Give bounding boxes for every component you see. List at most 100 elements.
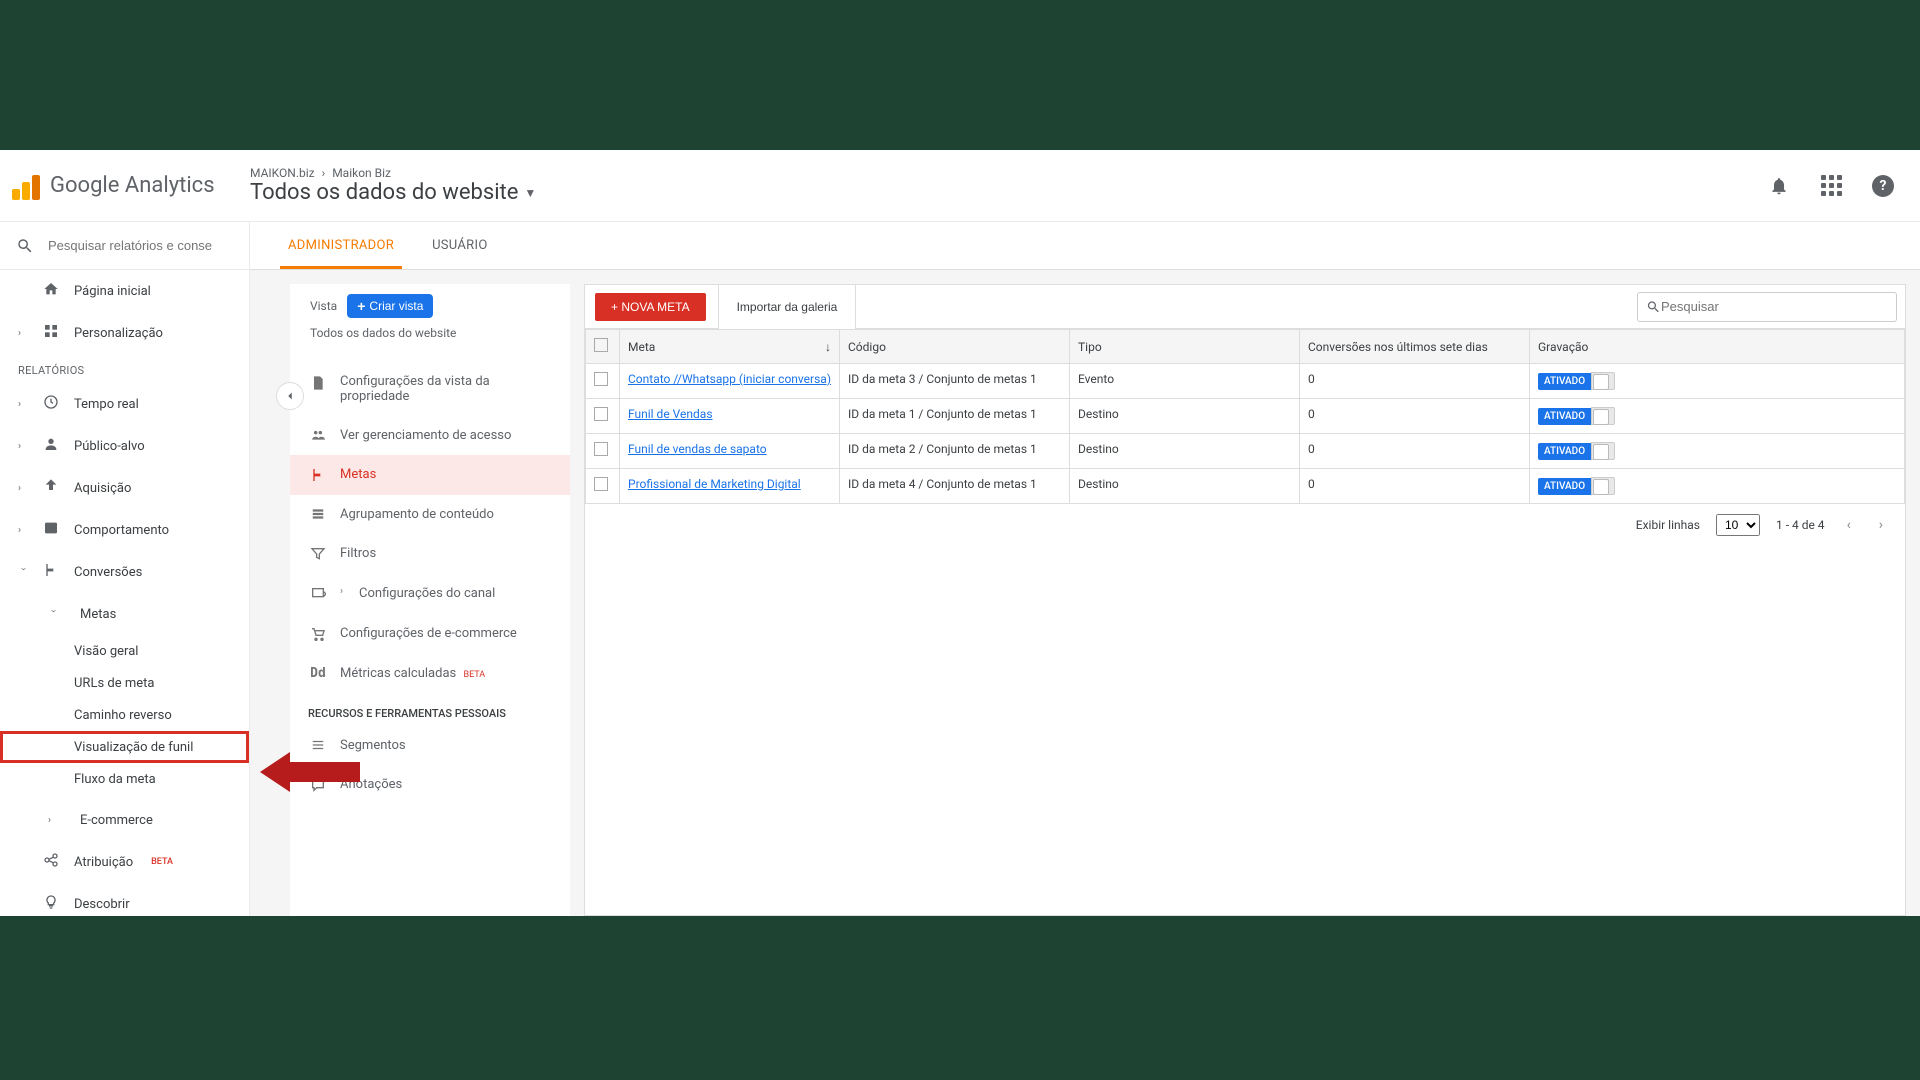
pager-next[interactable]: ›: [1873, 517, 1889, 533]
nav-goals-overview[interactable]: Visão geral: [0, 635, 249, 667]
goal-type: Evento: [1070, 364, 1300, 399]
rows-per-page-select[interactable]: 10: [1716, 514, 1760, 536]
row-checkbox[interactable]: [594, 372, 608, 386]
clock-icon: [42, 394, 60, 414]
breadcrumb-account[interactable]: MAIKON.biz: [250, 166, 315, 180]
cart-icon: [308, 626, 328, 642]
admin-channel-settings[interactable]: › Configurações do canal: [290, 574, 570, 614]
create-view-button[interactable]: + Criar vista: [347, 294, 433, 318]
goal-type: Destino: [1070, 434, 1300, 469]
goal-conv: 0: [1300, 469, 1530, 504]
row-checkbox[interactable]: [594, 477, 608, 491]
import-gallery-button[interactable]: Importar da galeria: [718, 285, 857, 329]
admin-view-settings[interactable]: Configurações da vista da propriedade: [290, 362, 570, 416]
admin-content-grouping[interactable]: Agrupamento de conteúdo: [290, 495, 570, 534]
goal-type: Destino: [1070, 399, 1300, 434]
nav-goals-flow[interactable]: Fluxo da meta: [0, 763, 249, 795]
view-title[interactable]: Todos os dados do website ▼: [250, 180, 1768, 205]
product-name: Google Analytics: [50, 173, 215, 198]
admin-goals[interactable]: Metas: [290, 455, 570, 495]
admin-filters[interactable]: Filtros: [290, 534, 570, 574]
goal-toggle[interactable]: ATIVADO: [1538, 407, 1615, 425]
pager-prev[interactable]: ‹: [1841, 517, 1857, 533]
people-icon: [308, 428, 328, 442]
tab-admin[interactable]: ADMINISTRADOR: [288, 222, 394, 269]
goal-link[interactable]: Contato //Whatsapp (iniciar conversa): [628, 372, 831, 386]
left-sidebar: Página inicial › Personalização RELATÓRI…: [0, 222, 250, 916]
row-checkbox[interactable]: [594, 407, 608, 421]
dd-icon: Dd: [310, 666, 326, 681]
apps-icon[interactable]: [1820, 175, 1842, 197]
admin-access-mgmt[interactable]: Ver gerenciamento de acesso: [290, 416, 570, 455]
segments-icon: [308, 738, 328, 752]
flag-icon: [42, 562, 60, 582]
goal-conv: 0: [1300, 364, 1530, 399]
goal-conv: 0: [1300, 399, 1530, 434]
nav-behavior[interactable]: › Comportamento: [0, 509, 249, 551]
goal-type: Destino: [1070, 469, 1300, 504]
breadcrumb-property[interactable]: Maikon Biz: [332, 166, 391, 180]
goal-link[interactable]: Profissional de Marketing Digital: [628, 477, 801, 491]
header: Google Analytics MAIKON.biz › Maikon Biz…: [0, 150, 1920, 222]
goals-search[interactable]: [1637, 292, 1897, 322]
collapse-button[interactable]: [276, 382, 304, 410]
goal-toggle[interactable]: ATIVADO: [1538, 477, 1615, 495]
admin-section-personal: RECURSOS E FERRAMENTAS PESSOAIS: [290, 693, 570, 726]
customization-icon: [42, 323, 60, 343]
notifications-icon[interactable]: [1768, 175, 1790, 197]
nav-goals-funnel[interactable]: Visualização de funil: [0, 731, 249, 763]
nav-audience[interactable]: › Público-alvo: [0, 425, 249, 467]
goals-search-input[interactable]: [1661, 299, 1888, 314]
admin-annotations[interactable]: Anotações: [290, 765, 570, 805]
comment-icon: [308, 777, 328, 793]
goal-code: ID da meta 3 / Conjunto de metas 1: [840, 364, 1070, 399]
table-row: Funil de vendas de sapato ID da meta 2 / …: [586, 434, 1905, 469]
caret-down-icon: ▼: [524, 186, 536, 200]
table-row: Funil de VendasID da meta 1 / Conjunto d…: [586, 399, 1905, 434]
nav-discover[interactable]: Descobrir: [0, 883, 249, 916]
goal-link[interactable]: Funil de vendas de sapato: [628, 442, 767, 456]
goals-panel: + NOVA META Importar da galeria Meta ↓ C…: [584, 284, 1906, 916]
goal-link[interactable]: Funil de Vendas: [628, 407, 713, 421]
funnel-icon: [308, 546, 328, 562]
nav-home[interactable]: Página inicial: [0, 270, 249, 312]
admin-ecommerce-settings[interactable]: Configurações de e-commerce: [290, 614, 570, 654]
nav-attribution[interactable]: Atribuição BETA: [0, 841, 249, 883]
help-icon[interactable]: ?: [1872, 175, 1894, 197]
goal-code: ID da meta 2 / Conjunto de metas 1: [840, 434, 1070, 469]
person-icon: [42, 436, 60, 456]
acquisition-icon: [42, 478, 60, 498]
channel-icon: [308, 586, 328, 602]
nav-acquisition[interactable]: › Aquisição: [0, 467, 249, 509]
search-icon: [1646, 299, 1661, 315]
search-icon: [16, 237, 34, 255]
goal-toggle[interactable]: ATIVADO: [1538, 442, 1615, 460]
vista-subtitle: Todos os dados do website: [290, 326, 570, 350]
goal-toggle[interactable]: ATIVADO: [1538, 372, 1615, 390]
document-icon: [308, 374, 328, 392]
grouping-icon: [308, 507, 328, 521]
nav-ecommerce-group[interactable]: › E-commerce: [0, 799, 249, 841]
search-input[interactable]: [48, 238, 218, 253]
flag-icon-admin: [308, 467, 328, 483]
attribution-icon: [42, 852, 60, 872]
arrow-left-icon: [283, 389, 297, 403]
admin-segments[interactable]: Segmentos: [290, 726, 570, 765]
nav-goals-group[interactable]: › Metas: [0, 593, 249, 635]
table-row: Profissional de Marketing DigitalID da m…: [586, 469, 1905, 504]
vista-label: Vista: [310, 299, 337, 313]
nav-realtime[interactable]: › Tempo real: [0, 383, 249, 425]
pager-range: 1 - 4 de 4: [1776, 518, 1825, 532]
nav-goals-urls[interactable]: URLs de meta: [0, 667, 249, 699]
nav-conversions[interactable]: › Conversões: [0, 551, 249, 593]
admin-calc-metrics[interactable]: Dd Métricas calculadas BETA: [290, 654, 570, 693]
nav-goals-reverse[interactable]: Caminho reverso: [0, 699, 249, 731]
nav-section-reports: RELATÓRIOS: [0, 354, 249, 383]
breadcrumb[interactable]: MAIKON.biz › Maikon Biz: [250, 166, 1768, 180]
nav-customization[interactable]: › Personalização: [0, 312, 249, 354]
new-goal-button[interactable]: + NOVA META: [595, 293, 706, 321]
tab-user[interactable]: USUÁRIO: [432, 222, 488, 269]
row-checkbox[interactable]: [594, 442, 608, 456]
home-icon: [42, 281, 60, 301]
select-all-checkbox[interactable]: [594, 338, 608, 352]
